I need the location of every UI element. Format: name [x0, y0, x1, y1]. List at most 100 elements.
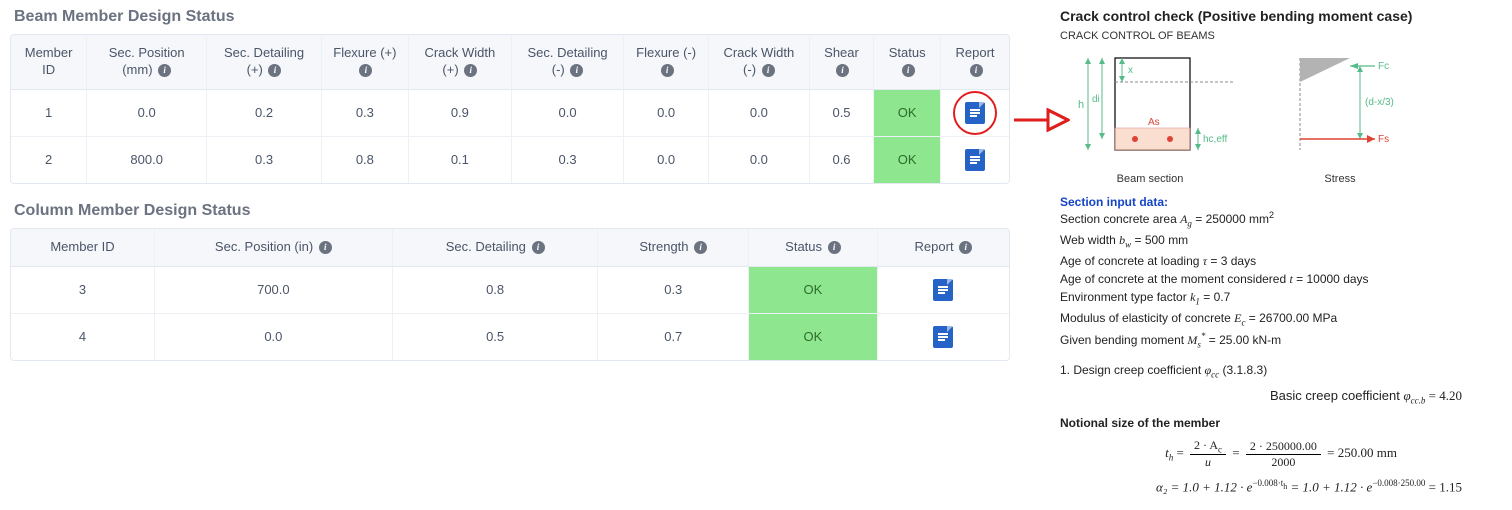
eq-th: th = 2 · Acu = 2 · 250000.002000 = 250.0…: [1060, 438, 1502, 470]
input-line: Age of concrete at loading τ = 3 days: [1060, 252, 1502, 270]
cell-sd: 0.8: [392, 266, 598, 313]
cell-id: 3: [11, 266, 154, 313]
input-line: Web width bw = 500 mm: [1060, 231, 1502, 252]
cell-cwp: 0.1: [408, 136, 511, 183]
col-flexure-neg: Flexure (-) i: [624, 35, 709, 89]
eq-alpha2: α₂ = 1.0 + 1.12 · e−0.008·th = 1.0 + 1.1…: [1060, 478, 1462, 495]
cell-cwn: 0.0: [708, 89, 809, 136]
info-icon[interactable]: i: [970, 64, 983, 77]
col-status: Status i: [749, 229, 878, 266]
table-row: 1 0.0 0.2 0.3 0.9 0.0 0.0 0.0 0.5 OK: [11, 89, 1009, 136]
table-row: 3 700.0 0.8 0.3 OK: [11, 266, 1009, 313]
col-strength: Strength i: [598, 229, 749, 266]
stress-diagram: Fc (d-x/3) Fs: [1280, 50, 1400, 170]
beam-table: Member ID Sec. Position (mm) i Sec. Deta…: [11, 35, 1009, 183]
cell-id: 1: [11, 89, 87, 136]
report-icon[interactable]: [933, 326, 953, 348]
info-icon[interactable]: i: [762, 64, 775, 77]
svg-text:hc,eff: hc,eff: [1203, 134, 1227, 145]
svg-text:x: x: [1128, 65, 1133, 76]
info-icon[interactable]: i: [359, 64, 372, 77]
cell-fln: 0.0: [624, 136, 709, 183]
col-flexure-pos: Flexure (+) i: [321, 35, 408, 89]
col-crack-neg: Crack Width (-) i: [708, 35, 809, 89]
info-icon[interactable]: i: [319, 241, 332, 254]
col-report: Report i: [941, 35, 1009, 89]
info-icon[interactable]: i: [268, 64, 281, 77]
diagram-caption-right: Stress: [1280, 173, 1400, 185]
cell-sdn: 0.3: [511, 136, 623, 183]
notional-heading: Notional size of the member: [1060, 416, 1502, 430]
diagram-caption-left: Beam section: [1060, 173, 1240, 185]
cell-str: 0.7: [598, 313, 749, 360]
input-line: Age of concrete at the moment considered…: [1060, 270, 1502, 288]
info-icon[interactable]: i: [828, 241, 841, 254]
svg-text:Fs: Fs: [1378, 134, 1389, 145]
col-sec-det: Sec. Detailing i: [392, 229, 598, 266]
col-member-id: Member ID: [11, 35, 87, 89]
cell-status: OK: [749, 266, 878, 313]
col-member-id: Member ID: [11, 229, 154, 266]
col-shear: Shear i: [809, 35, 874, 89]
cell-report: [877, 266, 1009, 313]
svg-text:As: As: [1148, 117, 1160, 128]
basic-creep-eq: Basic creep coefficient φcc.b = 4.20: [1060, 388, 1462, 406]
cell-pos: 0.0: [154, 313, 392, 360]
beam-section-diagram: h di x As hc,eff: [1060, 50, 1240, 170]
report-title: Crack control check (Positive bending mo…: [1060, 8, 1502, 24]
info-icon[interactable]: i: [464, 64, 477, 77]
column-table-wrap: Member ID Sec. Position (in) i Sec. Deta…: [10, 228, 1010, 361]
report-icon[interactable]: [933, 279, 953, 301]
cell-sdp: 0.3: [207, 136, 322, 183]
cell-report: [941, 89, 1009, 136]
report-icon[interactable]: [965, 102, 985, 124]
step-heading: 1. Design creep coefficient φcc (3.1.8.3…: [1060, 361, 1502, 382]
report-icon[interactable]: [965, 149, 985, 171]
info-icon[interactable]: i: [661, 64, 674, 77]
info-icon[interactable]: i: [902, 64, 915, 77]
cell-status: OK: [874, 89, 941, 136]
cell-id: 4: [11, 313, 154, 360]
column-table: Member ID Sec. Position (in) i Sec. Deta…: [11, 229, 1009, 360]
info-icon[interactable]: i: [836, 64, 849, 77]
input-heading: Section input data:: [1060, 195, 1502, 209]
table-row: 4 0.0 0.5 0.7 OK: [11, 313, 1009, 360]
arrow-annotation-icon: [1010, 100, 1070, 140]
cell-sh: 0.5: [809, 89, 874, 136]
cell-status: OK: [749, 313, 878, 360]
svg-text:di: di: [1092, 94, 1100, 105]
col-crack-pos: Crack Width (+) i: [408, 35, 511, 89]
col-sec-det-neg: Sec. Detailing (-) i: [511, 35, 623, 89]
info-icon[interactable]: i: [570, 64, 583, 77]
col-sec-pos: Sec. Position (mm) i: [87, 35, 207, 89]
col-sec-pos: Sec. Position (in) i: [154, 229, 392, 266]
input-line: Modulus of elasticity of concrete Ec = 2…: [1060, 309, 1502, 330]
cell-str: 0.3: [598, 266, 749, 313]
cell-fln: 0.0: [624, 89, 709, 136]
cell-cwn: 0.0: [708, 136, 809, 183]
beam-table-wrap: Member ID Sec. Position (mm) i Sec. Deta…: [10, 34, 1010, 184]
cell-sd: 0.5: [392, 313, 598, 360]
info-icon[interactable]: i: [158, 64, 171, 77]
cell-status: OK: [874, 136, 941, 183]
cell-sh: 0.6: [809, 136, 874, 183]
svg-text:(d-x/3): (d-x/3): [1365, 97, 1394, 108]
report-subtitle: CRACK CONTROL OF BEAMS: [1060, 30, 1502, 42]
col-status: Status i: [874, 35, 941, 89]
cell-flp: 0.8: [321, 136, 408, 183]
cell-pos: 700.0: [154, 266, 392, 313]
cell-cwp: 0.9: [408, 89, 511, 136]
cell-pos: 800.0: [87, 136, 207, 183]
cell-id: 2: [11, 136, 87, 183]
svg-text:Fc: Fc: [1378, 61, 1389, 72]
cell-sdn: 0.0: [511, 89, 623, 136]
beam-section-title: Beam Member Design Status: [14, 8, 1010, 26]
info-icon[interactable]: i: [532, 241, 545, 254]
col-report: Report i: [877, 229, 1009, 266]
info-icon[interactable]: i: [959, 241, 972, 254]
table-row: 2 800.0 0.3 0.8 0.1 0.3 0.0 0.0 0.6 OK: [11, 136, 1009, 183]
info-icon[interactable]: i: [694, 241, 707, 254]
cell-pos: 0.0: [87, 89, 207, 136]
report-panel: Crack control check (Positive bending mo…: [1060, 8, 1502, 502]
cell-report: [941, 136, 1009, 183]
